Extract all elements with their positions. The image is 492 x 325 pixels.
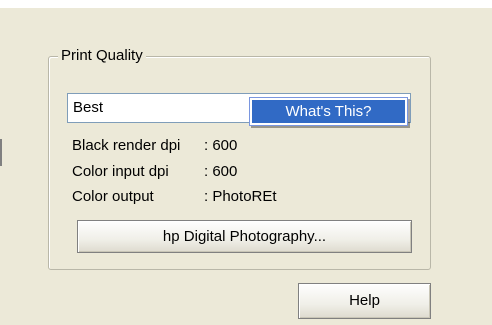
info-value: : 600 [204, 137, 238, 154]
info-label: Color input dpi [72, 163, 169, 180]
info-value: : 600 [204, 163, 238, 180]
window-edge-divider [0, 139, 2, 166]
help-button[interactable]: Help [298, 283, 431, 319]
digital-photography-button[interactable]: hp Digital Photography... [77, 220, 412, 253]
info-label: Color output [72, 188, 154, 205]
context-menu: What's This? [249, 97, 408, 126]
quality-dropdown-value: Best [73, 99, 104, 116]
info-value: : PhotoREt [204, 188, 277, 205]
info-label: Black render dpi [72, 137, 181, 154]
whats-this-menu-item[interactable]: What's This? [252, 100, 405, 123]
print-quality-title: Print Quality [58, 47, 146, 65]
